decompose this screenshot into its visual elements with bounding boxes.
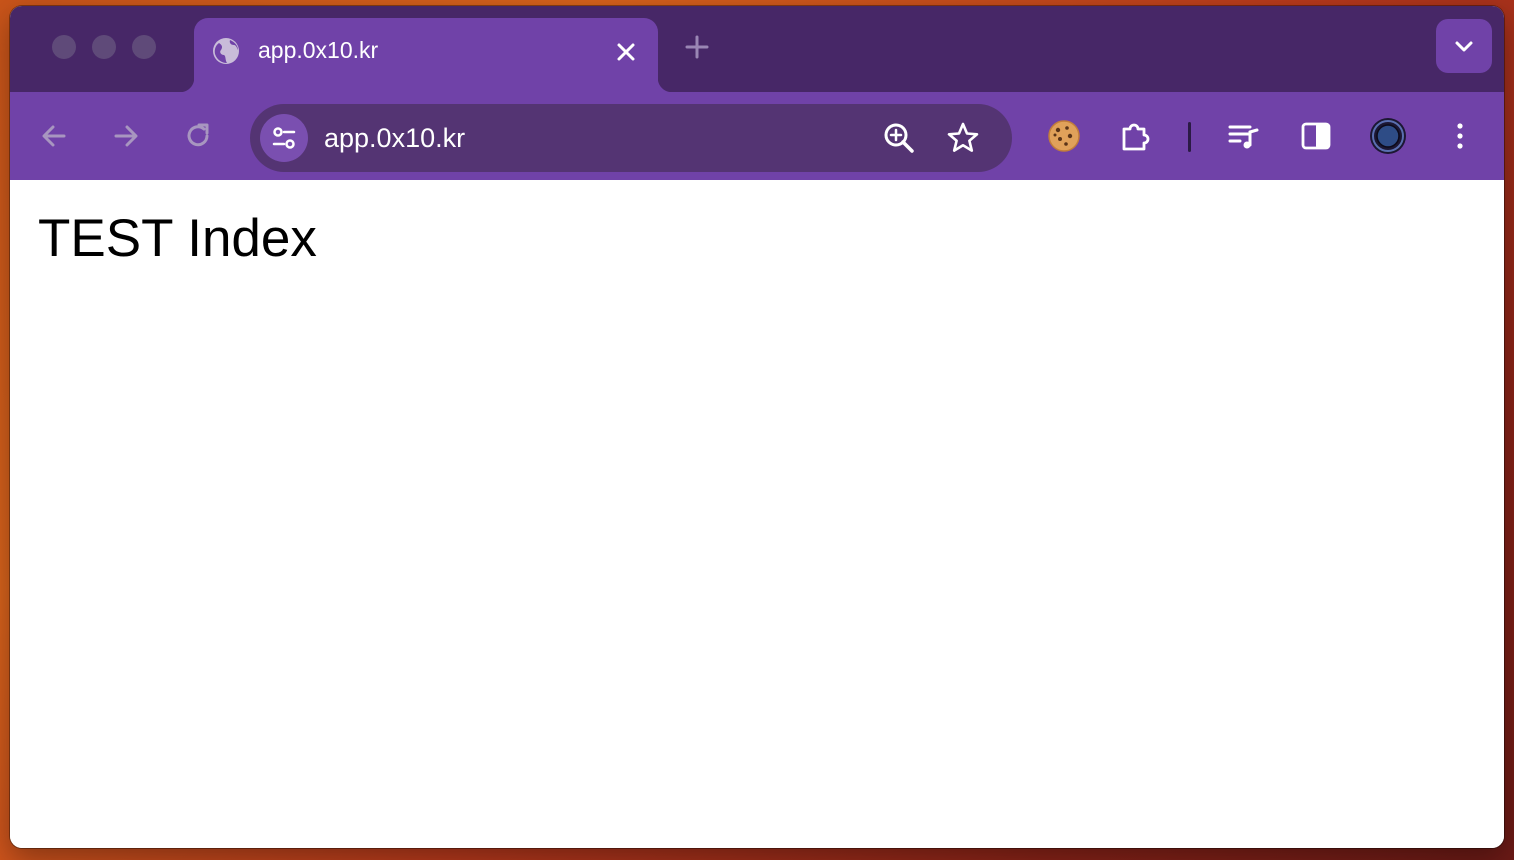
toolbar-divider — [1188, 122, 1191, 152]
zoom-icon[interactable] — [882, 121, 916, 155]
forward-arrow-icon[interactable] — [110, 120, 142, 152]
page-heading: TEST Index — [38, 209, 317, 268]
page-content: TEST Index — [10, 180, 1504, 848]
site-settings-button[interactable] — [260, 114, 308, 162]
close-window-button[interactable] — [52, 35, 76, 59]
kebab-menu-icon[interactable] — [1442, 118, 1478, 154]
tab-active[interactable]: app.0x10.kr — [180, 18, 672, 92]
profile-icon[interactable] — [1368, 116, 1408, 156]
star-icon[interactable] — [946, 121, 980, 155]
url-text[interactable]: app.0x10.kr — [324, 123, 465, 154]
cookie-icon[interactable] — [1046, 118, 1082, 154]
tab-search-button[interactable] — [1436, 19, 1492, 73]
tab-title: app.0x10.kr — [258, 37, 379, 63]
reload-icon[interactable] — [182, 120, 214, 152]
site-settings-icon — [272, 127, 296, 149]
puzzle-icon[interactable] — [1118, 118, 1154, 154]
media-queue-icon[interactable] — [1226, 118, 1262, 154]
toolbar: app.0x10.kr — [10, 92, 1504, 180]
side-panel-icon[interactable] — [1298, 118, 1334, 154]
browser-window: app.0x10.kr app.0x10.kr TEST Index — [10, 6, 1504, 848]
zoom-window-button[interactable] — [132, 35, 156, 59]
back-arrow-icon[interactable] — [38, 120, 70, 152]
minimize-window-button[interactable] — [92, 35, 116, 59]
close-icon[interactable] — [612, 38, 640, 66]
chevron-down-icon — [1455, 41, 1473, 52]
plus-icon[interactable] — [682, 32, 712, 62]
globe-icon — [211, 36, 241, 66]
address-bar[interactable]: app.0x10.kr — [250, 104, 1012, 172]
tab-strip: app.0x10.kr — [10, 6, 1504, 92]
